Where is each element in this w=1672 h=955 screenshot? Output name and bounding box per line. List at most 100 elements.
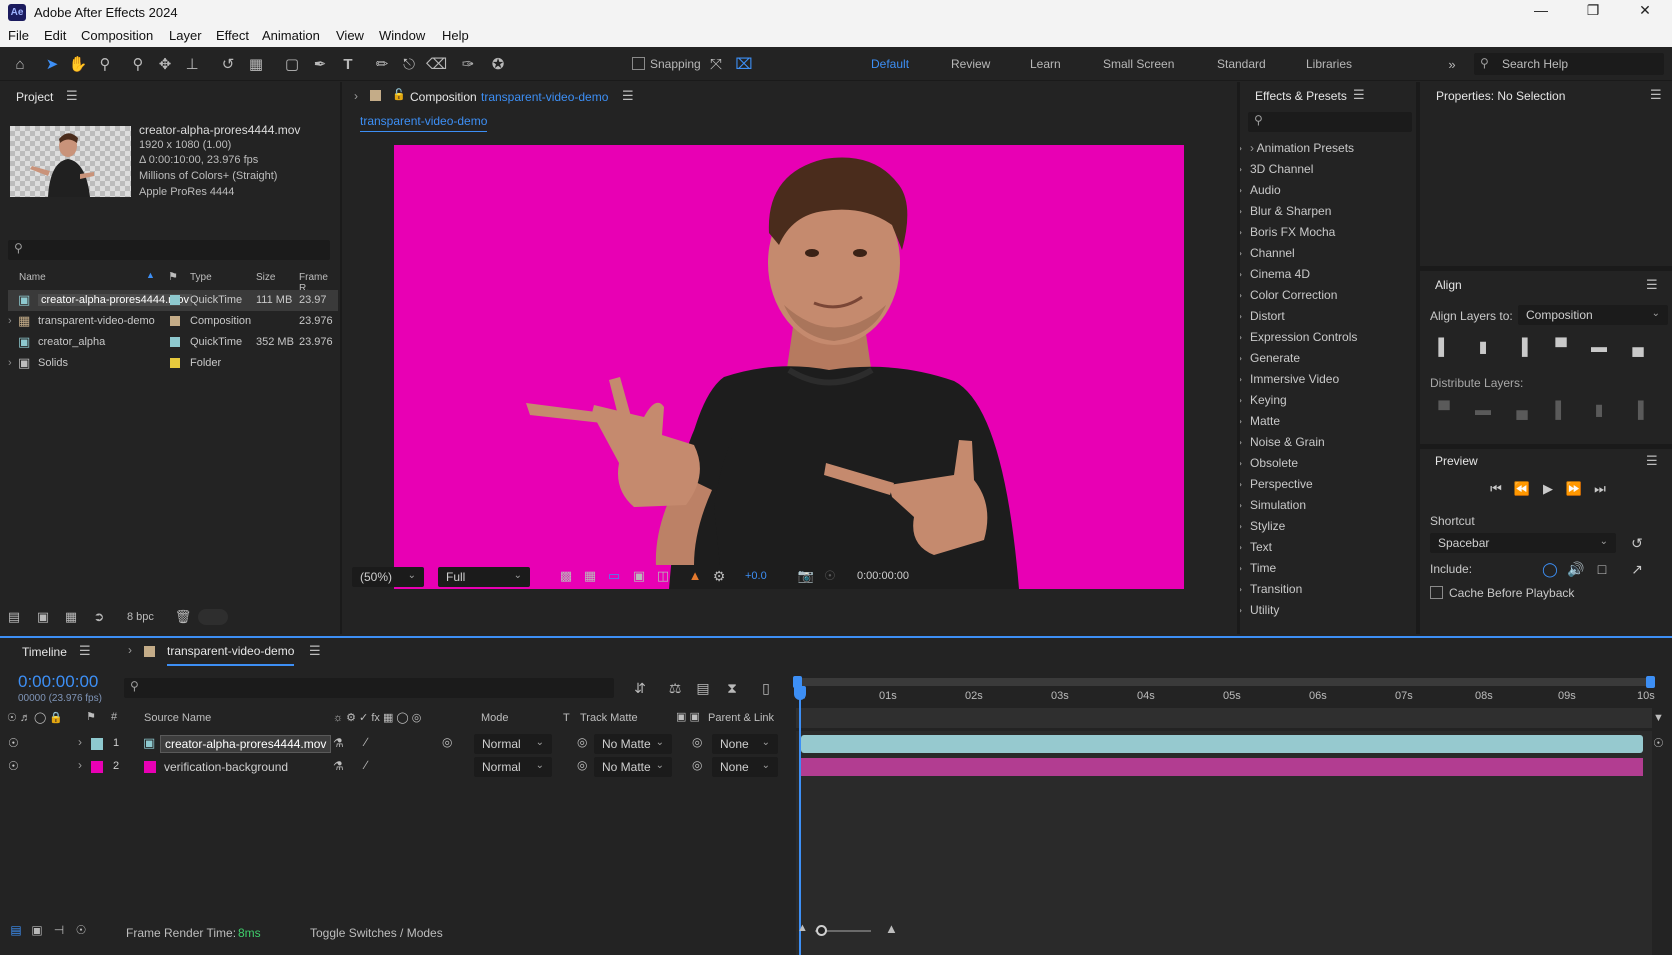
snapshot-camera-icon[interactable]: 📷 xyxy=(796,566,816,586)
zoom-out-icon[interactable]: ▲ xyxy=(797,922,808,934)
modes-pane-icon[interactable]: ▣ xyxy=(27,920,47,940)
layer-marker-icon[interactable]: ☉ xyxy=(1653,736,1664,750)
effect-category[interactable]: › Simulation xyxy=(1238,498,1306,512)
align-horizontal-center-icon[interactable]: ▮ xyxy=(1472,337,1494,359)
menu-edit[interactable]: Edit xyxy=(44,28,66,43)
shy-switch-icon[interactable]: ⚗ xyxy=(333,759,344,773)
panel-divider[interactable] xyxy=(1237,82,1240,634)
graph-editor-icon[interactable]: ▯ xyxy=(756,678,776,698)
effect-category[interactable]: › 3D Channel xyxy=(1238,162,1313,176)
menu-help[interactable]: Help xyxy=(442,28,469,43)
delete-icon[interactable]: 🗑 xyxy=(173,607,193,627)
menu-effect[interactable]: Effect xyxy=(216,28,249,43)
brush-tool-icon[interactable]: ✏ xyxy=(372,55,392,75)
effect-category[interactable]: › Stylize xyxy=(1238,519,1285,533)
source-name-header[interactable]: Source Name xyxy=(144,712,211,724)
layer-mode-dropdown[interactable]: Normal ⌄ xyxy=(474,734,552,754)
composition-viewer[interactable] xyxy=(394,145,1184,589)
layer-switches-pane-icon[interactable]: ▤ xyxy=(6,920,26,940)
project-row-solids[interactable]: › ▣ Solids Folder xyxy=(8,353,338,374)
align-bottom-icon[interactable]: ▄ xyxy=(1627,337,1649,359)
lock-icon[interactable]: 🔓 xyxy=(392,88,406,101)
align-menu-icon[interactable]: ☰ xyxy=(1646,277,1658,293)
effect-category[interactable]: › Perspective xyxy=(1238,477,1313,491)
cache-before-playback-checkbox[interactable] xyxy=(1430,586,1443,599)
new-folder-icon[interactable]: ▣ xyxy=(33,607,53,627)
align-left-icon[interactable]: ▌ xyxy=(1433,337,1455,359)
exposure-value[interactable]: +0.0 xyxy=(745,570,767,582)
properties-menu-icon[interactable]: ☰ xyxy=(1650,87,1662,103)
restore-icon[interactable]: ❐ xyxy=(1570,2,1616,24)
layer-parent-dropdown[interactable]: None ⌄ xyxy=(712,734,778,754)
align-vertical-center-icon[interactable]: ▬ xyxy=(1588,337,1610,359)
layer-expand-chevron-icon[interactable]: › xyxy=(78,758,82,772)
timeline-menu-icon[interactable]: ☰ xyxy=(79,643,91,659)
shy-switch-icon[interactable]: ⚗ xyxy=(333,736,344,750)
layer-label-color[interactable] xyxy=(91,761,103,773)
bit-depth-button[interactable]: 8 bpc xyxy=(127,611,154,623)
project-menu-icon[interactable]: ☰ xyxy=(66,88,78,104)
minimize-icon[interactable]: — xyxy=(1518,2,1564,24)
eye-visibility-icon[interactable]: ☉ xyxy=(8,736,19,750)
panel-divider[interactable] xyxy=(1420,444,1672,449)
effect-category[interactable]: › Utility xyxy=(1238,603,1279,617)
snap-edges-icon[interactable]: ⤧ xyxy=(706,55,726,75)
snap-grid-icon[interactable]: ⌧ xyxy=(734,55,754,75)
effect-category[interactable]: › Keying xyxy=(1238,393,1287,407)
include-video-icon[interactable]: ◯ xyxy=(1539,558,1561,580)
shortcut-dropdown[interactable]: Spacebar ⌄ xyxy=(1430,533,1616,553)
effect-category[interactable]: › Immersive Video xyxy=(1238,372,1339,386)
type-tool-icon[interactable]: T xyxy=(338,55,358,75)
search-help-field[interactable]: ⚲ Search Help xyxy=(1474,53,1664,75)
project-row-creator-alpha-mov[interactable]: ▣ creator-alpha-prores4444.mov QuickTime… xyxy=(8,290,338,311)
include-export-icon[interactable]: ↗ xyxy=(1626,558,1648,580)
snapping-checkbox[interactable] xyxy=(632,57,645,70)
layer-parent-dropdown[interactable]: None ⌄ xyxy=(712,757,778,777)
current-time-indicator[interactable] xyxy=(799,690,801,955)
comp-current-time[interactable]: 0:00:00:00 xyxy=(857,570,909,582)
rotate-tool-icon[interactable]: ↺ xyxy=(218,55,238,75)
label-color-chip[interactable] xyxy=(170,295,180,305)
timeline-comp-tab[interactable]: transparent-video-demo xyxy=(167,644,295,666)
anchor-tool-icon[interactable]: ▦ xyxy=(246,55,266,75)
workspace-learn[interactable]: Learn xyxy=(1030,57,1061,71)
include-audio-icon[interactable]: 🔊 xyxy=(1565,558,1587,580)
workspace-small-screen[interactable]: Small Screen xyxy=(1103,57,1174,71)
include-overlays-icon[interactable]: □ xyxy=(1591,558,1613,580)
column-name[interactable]: Name xyxy=(19,272,46,283)
panel-divider[interactable] xyxy=(340,82,342,634)
matte-pickwhip-icon[interactable]: ◎ xyxy=(577,758,587,772)
effect-category[interactable]: › Time xyxy=(1238,561,1276,575)
label-color-chip[interactable] xyxy=(170,316,180,326)
new-composition-icon[interactable]: ▦ xyxy=(61,607,81,627)
resolution-dropdown[interactable]: Full ⌄ xyxy=(438,567,530,587)
hand-tool-icon[interactable]: ✋ xyxy=(68,55,88,75)
project-panel-title[interactable]: Project xyxy=(16,90,53,104)
layer-mode-dropdown[interactable]: Normal ⌄ xyxy=(474,757,552,777)
effect-category[interactable]: › Boris FX Mocha xyxy=(1238,225,1335,239)
timeline-layer-row-1[interactable]: ☉ › 1 ▣ creator-alpha-prores4444.mov ⚗ ∕… xyxy=(0,733,795,755)
comp-flowchart-icon[interactable]: ⇵ xyxy=(630,678,650,698)
project-search-input[interactable]: ⚲ xyxy=(8,240,330,260)
previous-frame-icon[interactable]: ⏪ xyxy=(1511,478,1533,500)
column-size[interactable]: Size xyxy=(256,272,275,283)
comp-viewer-tab[interactable]: transparent-video-demo xyxy=(360,114,488,132)
exposure-reset-icon[interactable]: ⚙ xyxy=(709,566,729,586)
effect-category[interactable]: › Cinema 4D xyxy=(1238,267,1310,281)
project-row-creator-alpha[interactable]: ▣ creator_alpha QuickTime 352 MB 23.976 xyxy=(8,332,338,353)
label-color-chip[interactable] xyxy=(170,358,180,368)
3d-layer-switch-icon[interactable]: ◎ xyxy=(442,735,452,749)
align-top-icon[interactable]: ▀ xyxy=(1550,337,1572,359)
properties-title[interactable]: Properties: No Selection xyxy=(1436,89,1565,103)
comp-menu-icon[interactable]: ☰ xyxy=(622,88,634,104)
layer-name[interactable]: creator-alpha-prores4444.mov xyxy=(160,735,332,753)
track-matte-column-header[interactable]: Track Matte xyxy=(580,712,638,724)
menu-layer[interactable]: Layer xyxy=(169,28,202,43)
more-workspaces-icon[interactable]: » xyxy=(1442,55,1462,75)
last-frame-icon[interactable]: ⏭ xyxy=(1589,478,1611,500)
toggle-switches-modes-button[interactable]: Toggle Switches / Modes xyxy=(310,926,443,940)
zoom-dropdown[interactable]: (50%) ⌄ xyxy=(352,567,424,587)
effect-category[interactable]: › Noise & Grain xyxy=(1238,435,1325,449)
puppet-tool-icon[interactable]: ✪ xyxy=(488,55,508,75)
channel-icon[interactable]: ▲ xyxy=(685,566,705,586)
